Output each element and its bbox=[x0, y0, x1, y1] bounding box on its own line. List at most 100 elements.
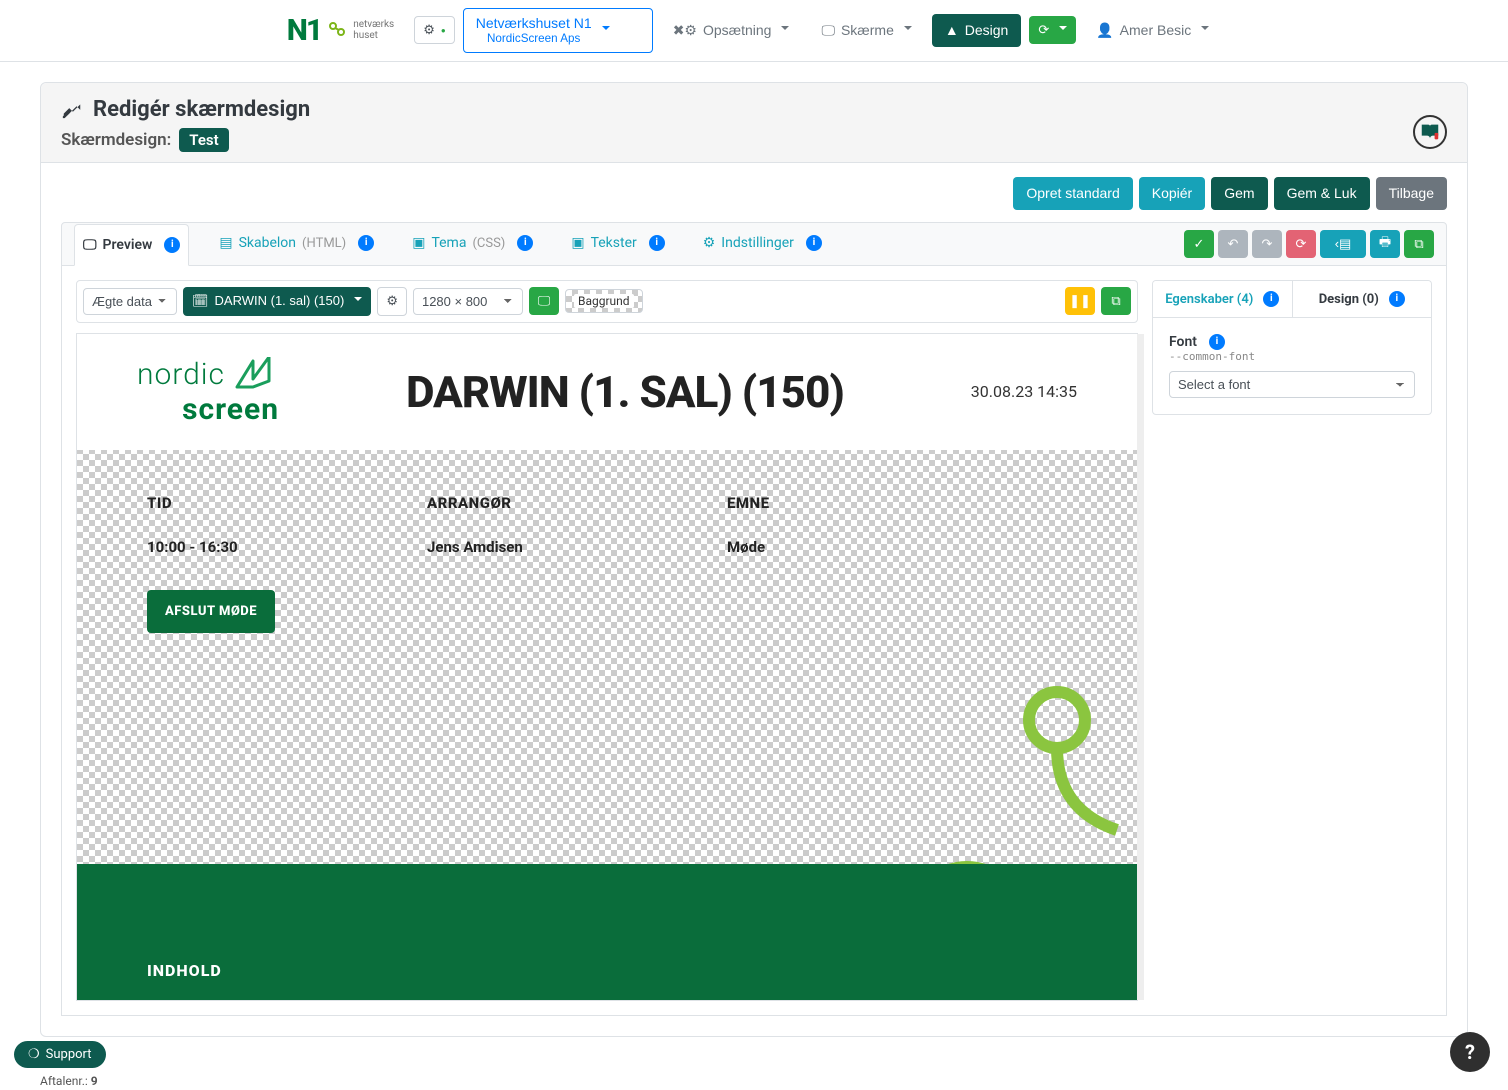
nav-setup-dropdown[interactable]: ✖⚙ Opsætning bbox=[661, 15, 802, 47]
user-icon: 👤 bbox=[1096, 21, 1113, 41]
layout-icon: ‹▤ bbox=[1335, 236, 1352, 252]
preview-datetime: 30.08.23 14:35 bbox=[971, 382, 1077, 401]
validate-button[interactable]: ✓ bbox=[1184, 230, 1214, 258]
redo-button[interactable]: ↷ bbox=[1252, 230, 1282, 258]
pause-button[interactable]: ❚❚ bbox=[1065, 287, 1095, 315]
font-select[interactable]: Select a font bbox=[1169, 371, 1415, 398]
brand-logo: N1 netværks huset bbox=[287, 13, 394, 48]
preview-title: DARWIN (1. SAL) (150) bbox=[319, 366, 931, 418]
page-subtitle: Skærmdesign: Test bbox=[61, 128, 1447, 152]
end-meeting-button[interactable]: AFSLUT MØDE bbox=[147, 590, 275, 633]
undo-button[interactable]: ↶ bbox=[1218, 230, 1248, 258]
print-button[interactable]: 🖶 bbox=[1370, 230, 1400, 258]
page-title: Redigér skærmdesign bbox=[61, 97, 1447, 122]
redo-icon: ↷ bbox=[1262, 236, 1273, 252]
code-icon: ▤ bbox=[219, 235, 232, 251]
gear-icon: ⚙ bbox=[386, 292, 398, 310]
info-icon[interactable]: i bbox=[1389, 291, 1405, 307]
preview-header: nordic screen DARWIN (1. SAL) (150) 30.0… bbox=[77, 334, 1137, 450]
preview-footer: INDHOLD bbox=[77, 864, 1137, 1000]
editor-tabbar: 🖵 Preview i ▤ Skabelon (HTML) i ▣ Tema (… bbox=[61, 222, 1447, 266]
support-button[interactable]: ❍ Support bbox=[14, 1041, 106, 1068]
tab-template[interactable]: ▤ Skabelon (HTML) i bbox=[211, 223, 382, 266]
print-icon: 🖶 bbox=[1379, 233, 1391, 255]
tab-theme[interactable]: ▣ Tema (CSS) i bbox=[404, 223, 541, 266]
room-settings-button[interactable]: ⚙ bbox=[377, 287, 407, 315]
nav-user-dropdown[interactable]: 👤 Amer Besic bbox=[1084, 15, 1221, 47]
side-tab-design[interactable]: Design (0) i bbox=[1293, 281, 1432, 317]
tools-icon bbox=[61, 98, 83, 120]
preview-col-subject: EMNE Møde bbox=[727, 494, 770, 556]
footer-meta: Aftalenr.: 9 bbox=[40, 1074, 98, 1088]
save-button[interactable]: Gem bbox=[1211, 177, 1267, 211]
check-icon: ✓ bbox=[1194, 236, 1205, 252]
preview-scrollbar[interactable] bbox=[1137, 334, 1144, 1000]
monitor-check-icon: 🖵 bbox=[538, 293, 551, 309]
calendar-icon: 🗓 bbox=[192, 292, 209, 310]
resolution-select[interactable]: 1280 × 800 bbox=[413, 288, 523, 315]
room-dropdown[interactable]: 🗓 DARWIN (1. sal) (150) bbox=[183, 287, 371, 315]
create-standard-button[interactable]: Opret standard bbox=[1013, 177, 1132, 211]
preview-toolbar: Ægte data 🗓 DARWIN (1. sal) (150) ⚙ 1280… bbox=[76, 280, 1138, 322]
info-icon[interactable]: i bbox=[806, 235, 822, 251]
question-icon: ? bbox=[1465, 1040, 1475, 1064]
ruler-icon: ▲ bbox=[945, 21, 959, 41]
open-external-button[interactable]: ⧉ bbox=[1404, 230, 1434, 258]
open-preview-button[interactable]: ⧉ bbox=[1101, 287, 1131, 315]
tab-settings[interactable]: ⚙ Indstillinger i bbox=[695, 223, 830, 266]
preview-body: TID 10:00 - 16:30 ARRANGØR Jens Amdisen … bbox=[77, 450, 1137, 677]
nav-sync-dropdown[interactable]: ⟳ bbox=[1029, 16, 1076, 44]
logo-text: netværks huset bbox=[353, 19, 394, 41]
nordicscreen-logo: nordic screen bbox=[137, 357, 279, 427]
data-source-select[interactable]: Ægte data bbox=[83, 288, 177, 315]
external-link-icon: ⧉ bbox=[1111, 293, 1120, 309]
text-icon: ▣ bbox=[571, 235, 584, 251]
layout-toggle-button[interactable]: ‹▤ bbox=[1320, 230, 1366, 258]
save-close-button[interactable]: Gem & Luk bbox=[1274, 177, 1370, 211]
help-fab[interactable]: ? bbox=[1450, 1032, 1490, 1072]
tab-tools: ✓ ↶ ↷ ⟳ ‹▤ 🖶 bbox=[1184, 224, 1434, 264]
top-nav: N1 netværks huset ⚙● Netværkshuset N1 No… bbox=[0, 0, 1508, 62]
design-inspector: Egenskaber (4) i Design (0) i Font i bbox=[1152, 280, 1432, 1000]
undo-icon: ↶ bbox=[1228, 236, 1239, 252]
sliders-icon: ✖⚙ bbox=[673, 21, 697, 41]
refresh-icon: ⟳ bbox=[1296, 236, 1307, 252]
nav-design-button[interactable]: ▲ Design bbox=[932, 14, 1021, 48]
nav-screens-dropdown[interactable]: 🖵 Skærme bbox=[809, 15, 923, 47]
info-icon[interactable]: i bbox=[517, 235, 533, 251]
copy-button[interactable]: Kopiér bbox=[1139, 177, 1205, 211]
logo-flag-icon bbox=[235, 357, 279, 391]
info-icon[interactable]: i bbox=[358, 235, 374, 251]
back-button[interactable]: Tilbage bbox=[1376, 177, 1447, 211]
preview-col-organizer: ARRANGØR Jens Amdisen bbox=[427, 494, 667, 556]
apply-resolution-button[interactable]: 🖵 bbox=[529, 287, 559, 315]
admin-cog-button[interactable]: ⚙● bbox=[414, 16, 455, 44]
info-icon[interactable]: i bbox=[164, 237, 180, 253]
font-css-var: --common-font bbox=[1169, 350, 1415, 363]
refresh-button[interactable]: ⟳ bbox=[1286, 230, 1316, 258]
preview-col-time: TID 10:00 - 16:30 bbox=[147, 494, 367, 556]
info-icon[interactable]: i bbox=[1209, 334, 1225, 350]
docs-book-button[interactable] bbox=[1413, 115, 1447, 149]
org-dropdown[interactable]: Netværkshuset N1 NordicScreen Aps bbox=[463, 8, 653, 53]
palette-icon: ▣ bbox=[412, 235, 425, 251]
info-icon[interactable]: i bbox=[1263, 291, 1279, 307]
background-toggle[interactable]: Baggrund bbox=[565, 289, 643, 313]
info-icon[interactable]: i bbox=[649, 235, 665, 251]
tab-texts[interactable]: ▣ Tekster i bbox=[563, 223, 672, 266]
tab-preview[interactable]: 🖵 Preview i bbox=[74, 224, 189, 266]
preview-pane: nordic screen DARWIN (1. SAL) (150) 30.0… bbox=[76, 333, 1138, 1001]
monitor-icon: 🖵 bbox=[821, 21, 835, 41]
logo-n1: N1 bbox=[287, 13, 321, 48]
pause-icon: ❚❚ bbox=[1069, 293, 1091, 309]
design-name-pill: Test bbox=[179, 128, 228, 152]
workspace: Ægte data 🗓 DARWIN (1. sal) (150) ⚙ 1280… bbox=[61, 266, 1447, 1015]
page-card: Redigér skærmdesign Skærmdesign: Test Op… bbox=[40, 82, 1468, 1037]
sync-icon: ⟳ bbox=[1038, 21, 1049, 39]
org-line2: NordicScreen Aps bbox=[476, 32, 592, 46]
logo-mark-icon bbox=[327, 20, 347, 40]
font-label: Font i bbox=[1169, 334, 1415, 350]
external-link-icon: ⧉ bbox=[1414, 236, 1423, 252]
gear-icon: ⚙ bbox=[423, 21, 435, 39]
side-tab-properties[interactable]: Egenskaber (4) i bbox=[1153, 281, 1293, 317]
